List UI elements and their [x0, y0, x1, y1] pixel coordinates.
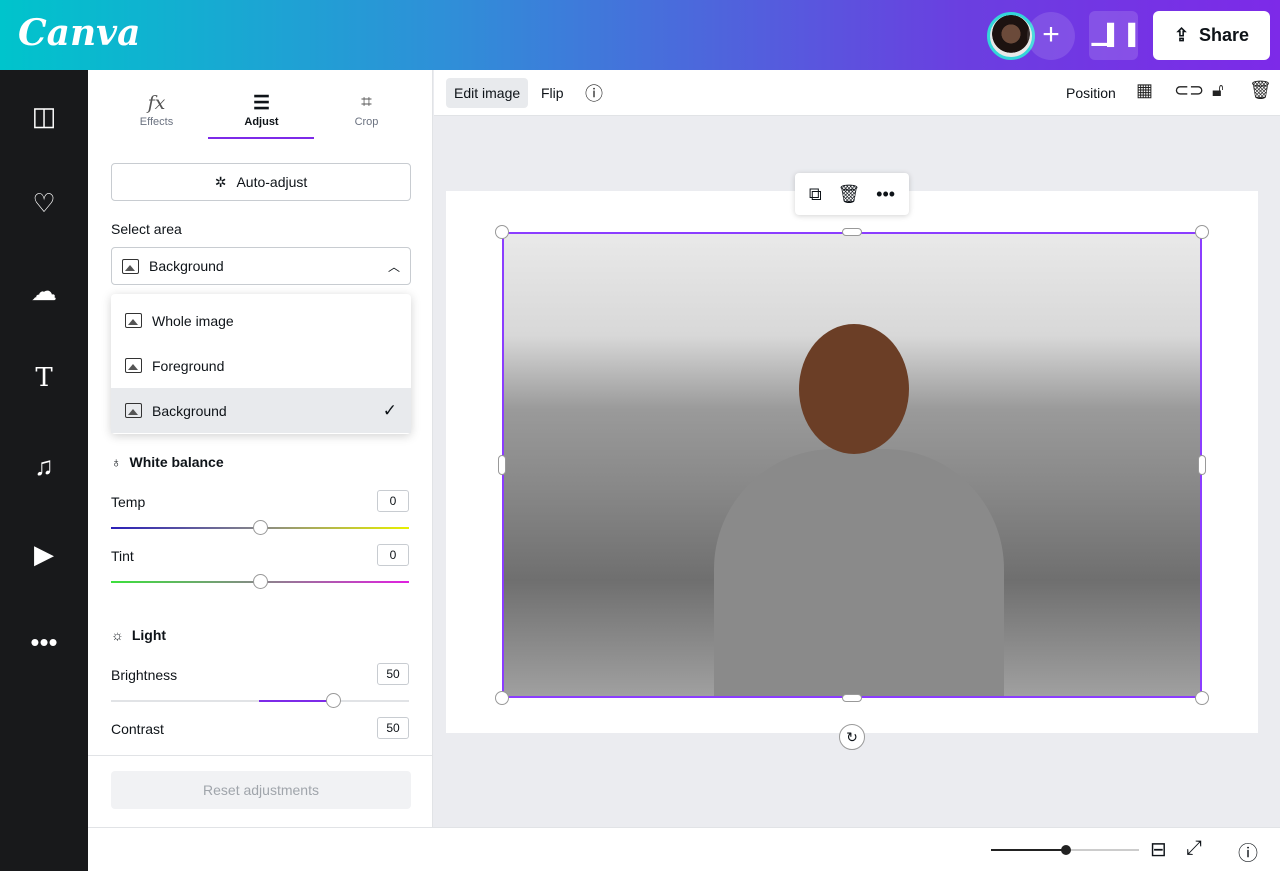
info-icon[interactable]: ⓘ [585, 80, 603, 106]
option-label: Foreground [152, 358, 224, 374]
tint-slider[interactable] [111, 581, 409, 583]
resize-handle[interactable] [495, 225, 509, 239]
area-options-menu: Whole image Foreground Background ✓ [111, 294, 411, 434]
zoom-slider[interactable] [991, 849, 1139, 851]
add-collaborator-button[interactable]: + [1027, 12, 1075, 60]
contrast-label: Contrast [111, 721, 164, 737]
auto-adjust-button[interactable]: ✲ Auto-adjust [111, 163, 411, 201]
sliders-icon: ☰ [209, 92, 314, 116]
selected-photo[interactable] [502, 232, 1202, 698]
edit-image-button[interactable]: Edit image [446, 78, 528, 108]
temp-slider[interactable] [111, 527, 409, 529]
foreground-icon [125, 358, 142, 373]
divider [88, 755, 433, 756]
tab-label: Adjust [244, 116, 278, 128]
checkmark-icon: ✓ [383, 401, 397, 421]
brightness-value-input[interactable]: 50 [377, 663, 409, 685]
option-whole-image[interactable]: Whole image [111, 298, 411, 343]
magic-wand-icon: ✲ [215, 174, 227, 191]
crop-icon: ⌗ [314, 92, 419, 116]
active-tab-indicator [208, 137, 314, 139]
resize-handle[interactable] [1195, 691, 1209, 705]
help-icon[interactable]: ⓘ [1238, 837, 1258, 866]
slider-handle[interactable] [1061, 845, 1071, 855]
link-icon[interactable]: ⊂⊃ [1174, 80, 1204, 101]
image-icon [125, 313, 142, 328]
background-icon [125, 403, 142, 418]
duplicate-icon[interactable]: ⧉ [809, 184, 822, 205]
insights-button[interactable]: ▁▌▐ [1089, 11, 1138, 60]
grid-view-icon[interactable]: ⊟ [1150, 837, 1167, 862]
select-area-dropdown[interactable]: Background ︿ [111, 247, 411, 285]
adjust-panel: fxEffects ☰Adjust ⌗Crop ✲ Auto-adjust Sel… [88, 70, 433, 871]
light-heading: ☼ Light [111, 627, 166, 643]
selected-value: Background [149, 258, 224, 274]
element-actions: ⧉ 🗑︎ ••• [795, 173, 909, 215]
more-icon[interactable]: ••• [28, 626, 60, 658]
bar-chart-icon: ▁▌▐ [1092, 24, 1136, 46]
contrast-value-input[interactable]: 50 [377, 717, 409, 739]
temp-value-input[interactable]: 0 [377, 490, 409, 512]
resize-handle[interactable] [842, 228, 862, 236]
slider-handle[interactable] [253, 574, 268, 589]
share-button[interactable]: ⇪ Share [1153, 11, 1270, 60]
tint-value-input[interactable]: 0 [377, 544, 409, 566]
temp-label: Temp [111, 494, 145, 510]
tint-label: Tint [111, 548, 134, 564]
select-area-label: Select area [111, 221, 182, 237]
elements-icon[interactable]: ♡ [28, 187, 60, 219]
rotate-icon[interactable]: ↻ [839, 724, 865, 750]
resize-handle[interactable] [842, 694, 862, 702]
resize-handle[interactable] [495, 691, 509, 705]
position-button[interactable]: Position [1058, 78, 1124, 108]
fullscreen-icon[interactable]: ⤢ [1186, 837, 1202, 860]
tab-label: Effects [140, 116, 173, 128]
resize-handle[interactable] [498, 455, 506, 475]
lock-icon[interactable]: 🔓︎ [1212, 80, 1224, 101]
uploads-icon[interactable]: ☁ [28, 275, 60, 307]
video-icon[interactable]: ▶ [28, 538, 60, 570]
photo-subject-face [799, 324, 909, 454]
slider-handle[interactable] [253, 520, 268, 535]
editor-toolbar: Edit image Flip ⓘ Position ▦ ⊂⊃ 🔓︎ 🗑︎ [434, 70, 1280, 116]
transparency-icon[interactable]: ▦ [1136, 80, 1153, 101]
photo-subject-shirt [714, 449, 1004, 698]
option-background[interactable]: Background ✓ [111, 388, 411, 433]
option-label: Whole image [152, 313, 234, 329]
reset-adjustments-button[interactable]: Reset adjustments [111, 771, 411, 809]
tab-adjust[interactable]: ☰Adjust [209, 92, 314, 128]
audio-icon[interactable]: ♫ [28, 450, 60, 482]
lightbulb-icon: ♁ [111, 454, 122, 470]
option-foreground[interactable]: Foreground [111, 343, 411, 388]
brightness-label: Brightness [111, 667, 177, 683]
sidebar: ◫ ♡ ☁ T ♫ ▶ ••• [0, 70, 88, 871]
fx-icon: fx [104, 92, 209, 116]
share-label: Share [1199, 25, 1249, 46]
sun-icon: ☼ [111, 627, 124, 643]
auto-adjust-label: Auto-adjust [236, 174, 307, 190]
tab-label: Crop [355, 116, 379, 128]
slider-handle[interactable] [326, 693, 341, 708]
brightness-slider[interactable] [111, 700, 409, 702]
upload-icon: ⇪ [1174, 25, 1189, 46]
section-title: Light [132, 627, 166, 643]
chevron-up-icon: ︿ [388, 258, 400, 275]
tab-crop[interactable]: ⌗Crop [314, 92, 419, 128]
top-bar: Canva + ▁▌▐ ⇪ Share [0, 0, 1280, 70]
image-icon [122, 259, 139, 274]
templates-icon[interactable]: ◫ [28, 100, 60, 132]
trash-icon[interactable]: 🗑︎ [838, 184, 861, 205]
trash-icon[interactable]: 🗑︎ [1249, 80, 1272, 101]
option-label: Background [152, 403, 227, 419]
resize-handle[interactable] [1198, 455, 1206, 475]
canva-logo[interactable]: Canva [18, 12, 140, 54]
text-icon[interactable]: T [28, 362, 60, 394]
flip-button[interactable]: Flip [533, 78, 572, 108]
tab-effects[interactable]: fxEffects [104, 92, 209, 128]
section-title: White balance [130, 454, 224, 470]
more-icon[interactable]: ••• [876, 184, 895, 205]
resize-handle[interactable] [1195, 225, 1209, 239]
white-balance-heading: ♁ White balance [111, 454, 224, 470]
bottom-bar: ⊟ ⤢ ⓘ [88, 827, 1280, 871]
